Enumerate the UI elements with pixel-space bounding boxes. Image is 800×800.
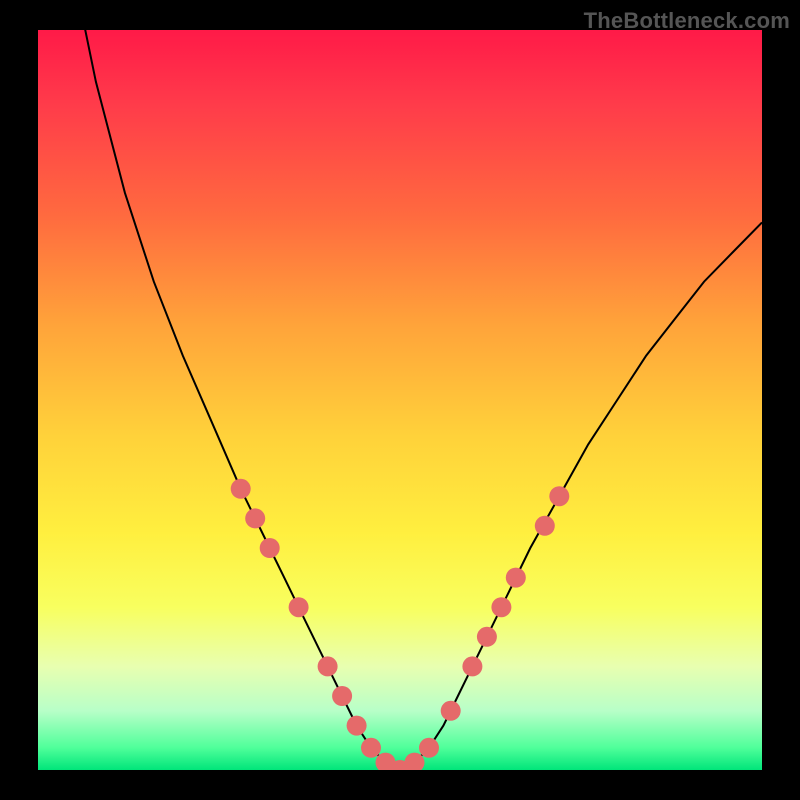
data-marker bbox=[477, 627, 497, 647]
data-marker bbox=[245, 508, 265, 528]
data-marker bbox=[506, 568, 526, 588]
data-marker bbox=[535, 516, 555, 536]
curve-overlay bbox=[38, 30, 762, 770]
data-marker bbox=[462, 656, 482, 676]
chart-frame: TheBottleneck.com bbox=[0, 0, 800, 800]
data-marker bbox=[260, 538, 280, 558]
data-marker bbox=[289, 597, 309, 617]
data-marker bbox=[332, 686, 352, 706]
data-marker bbox=[491, 597, 511, 617]
data-marker bbox=[231, 479, 251, 499]
data-marker bbox=[361, 738, 381, 758]
plot-area bbox=[38, 30, 762, 770]
data-marker bbox=[441, 701, 461, 721]
bottleneck-curve bbox=[38, 30, 762, 770]
data-marker bbox=[318, 656, 338, 676]
data-marker bbox=[419, 738, 439, 758]
data-marker bbox=[549, 486, 569, 506]
marker-group bbox=[231, 479, 570, 770]
data-marker bbox=[347, 716, 367, 736]
